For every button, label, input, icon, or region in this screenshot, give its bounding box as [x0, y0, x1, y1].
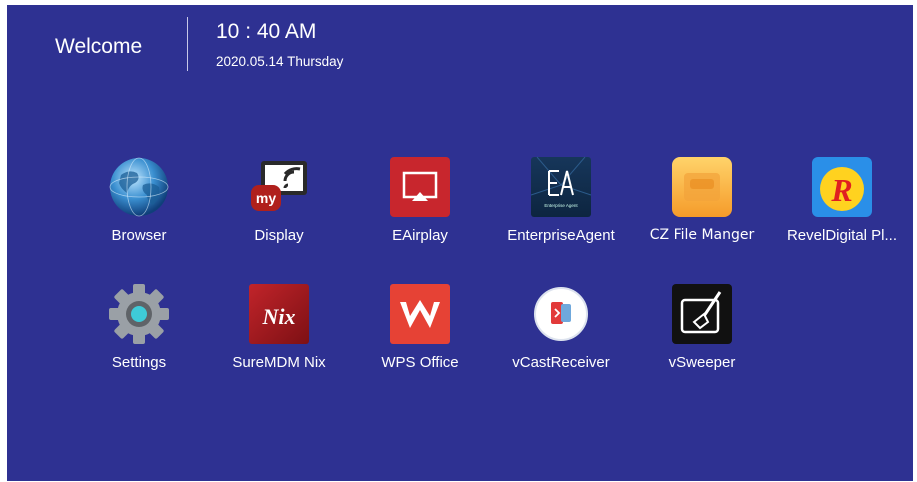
cz-file-manager-icon: [672, 157, 732, 217]
app-display[interactable]: my Display: [209, 155, 349, 255]
clock-date: 2020.05.14 Thursday: [216, 54, 344, 69]
clock-time: 10 : 40 AM: [216, 20, 317, 43]
svg-text:my: my: [256, 190, 276, 206]
app-cz-file-manger[interactable]: CZ File Manger: [632, 155, 772, 255]
app-label: RevelDigital Pl...: [786, 227, 898, 244]
gear-icon: [109, 284, 169, 344]
app-label: Settings: [111, 354, 167, 371]
app-suremdm-nix[interactable]: Nix SureMDM Nix: [209, 282, 349, 382]
enterprise-agent-icon: Enterprise Agent: [530, 156, 592, 217]
vsweeper-icon: [672, 284, 732, 344]
reveldigital-icon: R: [812, 157, 872, 217]
app-wps-office[interactable]: WPS Office: [350, 282, 490, 382]
app-label: vSweeper: [668, 354, 736, 371]
vcast-receiver-icon: [534, 287, 588, 341]
wps-office-icon: [390, 284, 450, 344]
mydisplay-cast-icon: my: [251, 161, 307, 211]
app-vsweeper[interactable]: vSweeper: [632, 282, 772, 382]
app-enterpriseagent[interactable]: Enterprise Agent EnterpriseAgent: [491, 155, 631, 255]
app-settings[interactable]: Settings: [69, 282, 209, 382]
welcome-text: Welcome: [55, 35, 143, 58]
svg-text:Enterprise Agent: Enterprise Agent: [544, 203, 578, 208]
app-eairplay[interactable]: EAirplay: [350, 155, 490, 255]
eairplay-icon: [390, 157, 450, 217]
browser-globe-icon: [109, 157, 169, 217]
header-divider: [187, 17, 188, 71]
app-browser[interactable]: Browser: [69, 155, 209, 255]
app-label: WPS Office: [381, 354, 459, 371]
app-label: vCastReceiver: [512, 354, 610, 371]
app-label: SureMDM Nix: [232, 354, 326, 371]
app-label: EAirplay: [392, 227, 448, 244]
app-label: EnterpriseAgent: [507, 227, 615, 244]
app-reveldigital[interactable]: R RevelDigital Pl...: [772, 155, 912, 255]
suremdm-nix-icon: Nix: [249, 284, 309, 344]
launcher-screen: Welcome 10 : 40 AM 2020.05.14 Thursday B…: [7, 5, 913, 481]
svg-text:R: R: [830, 172, 852, 208]
app-label: Browser: [111, 227, 167, 244]
app-vcastreceiver[interactable]: vCastReceiver: [491, 282, 631, 382]
app-label: CZ File Manger: [649, 227, 755, 243]
svg-text:Nix: Nix: [262, 304, 296, 329]
app-label: Display: [254, 227, 304, 244]
